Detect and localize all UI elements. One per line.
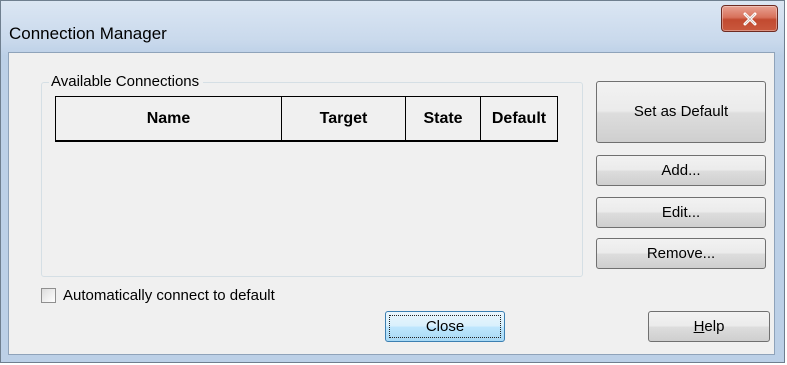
help-button[interactable]: Help: [648, 311, 770, 342]
auto-connect-label[interactable]: Automatically connect to default: [63, 287, 275, 304]
connections-list-header: Name Target State Default: [55, 96, 558, 142]
set-as-default-label: Set as Default: [633, 103, 729, 120]
help-label: Help: [694, 312, 725, 341]
close-button[interactable]: Close: [385, 311, 505, 342]
auto-connect-checkbox[interactable]: [41, 288, 56, 303]
close-icon: [743, 12, 757, 26]
window-close-button[interactable]: [721, 5, 778, 32]
help-mnemonic: H: [693, 318, 705, 335]
connections-list-body[interactable]: [55, 142, 557, 272]
add-label: Add...: [661, 162, 701, 179]
add-button[interactable]: Add...: [596, 155, 766, 186]
help-label-rest: elp: [704, 318, 725, 335]
column-header-default[interactable]: Default: [481, 96, 558, 140]
available-connections-label: Available Connections: [49, 73, 204, 90]
focus-rectangle: [389, 315, 501, 338]
column-header-state[interactable]: State: [406, 96, 481, 140]
column-header-name[interactable]: Name: [56, 96, 282, 140]
edit-button[interactable]: Edit...: [596, 197, 766, 228]
title-bar[interactable]: Connection Manager: [1, 1, 784, 53]
remove-label: Remove...: [646, 245, 716, 262]
set-as-default-button[interactable]: Set as Default: [596, 81, 766, 143]
remove-button[interactable]: Remove...: [596, 238, 766, 269]
auto-connect-row[interactable]: Automatically connect to default: [41, 287, 275, 304]
edit-label: Edit...: [661, 204, 701, 221]
column-header-target[interactable]: Target: [282, 96, 406, 140]
window-title: Connection Manager: [9, 24, 167, 43]
